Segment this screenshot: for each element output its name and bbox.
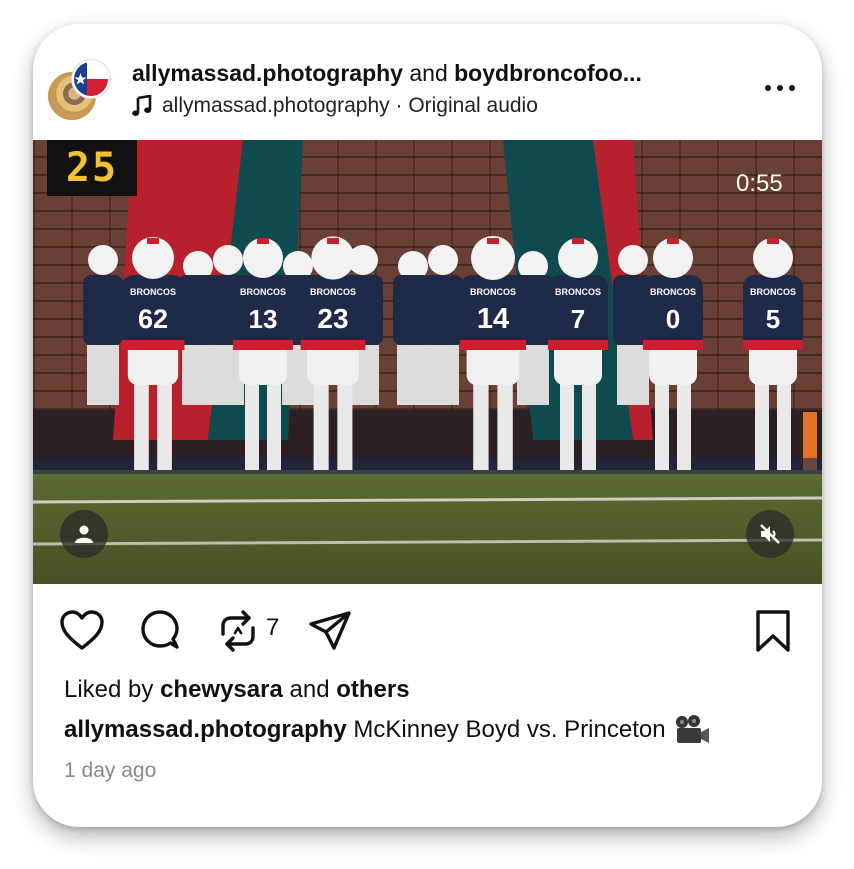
player: 5 BRONCOS	[743, 238, 803, 470]
author-secondary[interactable]: boydbroncofoo...	[454, 60, 642, 86]
caption-user[interactable]: allymassad.photography	[64, 716, 347, 743]
football-players: 62 BRONCOS 13 BRONCOS 23 BRONCOS 14 BRONCOS 7 BRO…	[83, 236, 803, 470]
player: 14 BRONCOS	[460, 236, 526, 470]
audio-separator: ·	[389, 94, 409, 117]
save-button[interactable]	[750, 608, 796, 654]
jersey-team-name: BRONCOS	[750, 287, 796, 297]
jersey-number: 13	[249, 304, 278, 334]
likes-others[interactable]: others	[336, 676, 409, 703]
caption-text: McKinney Boyd vs. Princeton	[353, 716, 666, 743]
comment-button[interactable]	[137, 608, 183, 654]
audio-label: Original audio	[408, 94, 538, 117]
player: 0 BRONCOS	[643, 238, 703, 470]
jersey-team-name: BRONCOS	[555, 287, 601, 297]
jersey-team-name: BRONCOS	[130, 287, 176, 297]
avatar[interactable]	[46, 60, 110, 124]
video-duration: 0:55	[736, 170, 783, 197]
author-primary[interactable]: allymassad.photography	[132, 60, 403, 86]
jersey-number: 7	[571, 304, 585, 334]
jersey-number: 62	[138, 304, 168, 334]
player: 13 BRONCOS	[233, 238, 293, 470]
movie-camera-icon	[675, 715, 709, 743]
repost-icon	[221, 610, 255, 652]
jersey-number: 5	[766, 304, 780, 334]
post-timestamp: 1 day ago	[64, 759, 157, 782]
player: 62 BRONCOS	[121, 237, 185, 470]
repost-count: 7	[266, 614, 280, 641]
comment-icon	[141, 610, 179, 649]
send-icon	[309, 611, 351, 650]
more-icon	[765, 85, 795, 91]
heart-icon	[60, 610, 104, 650]
post-header: allymassad.photography and boydbroncofoo…	[33, 24, 822, 140]
post-card: allymassad.photography and boydbroncofoo…	[33, 24, 822, 827]
bookmark-icon	[756, 610, 790, 652]
action-bar: 7	[33, 584, 822, 674]
likes-middle: and	[282, 676, 337, 703]
user-tag-button[interactable]	[60, 510, 108, 558]
jersey-team-name: BRONCOS	[470, 287, 516, 297]
like-button[interactable]	[59, 608, 105, 654]
send-button[interactable]	[307, 608, 353, 654]
repost-button[interactable]	[215, 608, 261, 654]
audio-owner: allymassad.photography	[162, 94, 390, 117]
user-tag-icon	[75, 525, 93, 543]
jersey-number: 23	[317, 303, 348, 334]
jersey-team-name: BRONCOS	[310, 287, 356, 297]
jersey-number: 14	[477, 303, 509, 335]
background-player	[423, 245, 463, 405]
audio-line[interactable]: allymassad.photography · Original audio	[132, 94, 538, 118]
likes-summary[interactable]: Liked by chewysara and others	[64, 676, 410, 704]
background-player	[83, 245, 123, 405]
player: 7 BRONCOS	[548, 238, 608, 470]
authors-connector: and	[402, 60, 455, 86]
jersey-number: 0	[666, 304, 680, 334]
jersey-team-name: BRONCOS	[240, 287, 286, 297]
mute-button[interactable]	[746, 510, 794, 558]
video-player[interactable]: 25 62 BRONCOS 13 BRONCOS 23 BRONCOS 14 BRONCOS 7…	[33, 140, 822, 584]
more-options-button[interactable]	[764, 76, 796, 100]
likes-prefix: Liked by	[64, 676, 161, 703]
muted-icon	[760, 524, 780, 544]
jersey-team-name: BRONCOS	[650, 287, 696, 297]
post-caption: allymassad.photography McKinney Boyd vs.…	[64, 714, 710, 746]
music-note-icon	[132, 95, 152, 116]
post-authors[interactable]: allymassad.photography and boydbroncofoo…	[132, 60, 642, 87]
texas-flag-avatar	[72, 60, 110, 98]
likes-user[interactable]: chewysara	[160, 676, 283, 703]
